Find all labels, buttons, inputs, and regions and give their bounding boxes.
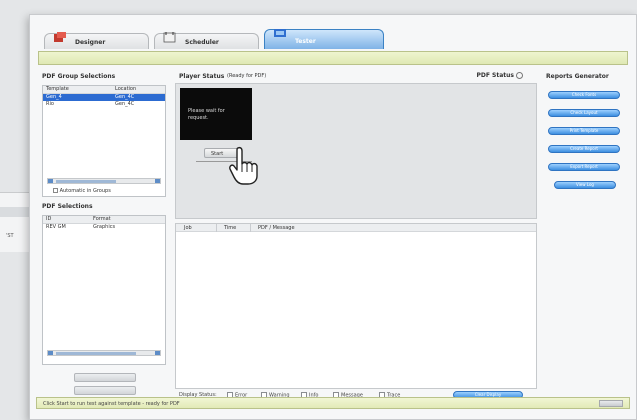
group-row-location: Gen_4C xyxy=(115,101,135,107)
status-bar-button[interactable] xyxy=(599,400,623,407)
group-header-location: Location xyxy=(115,86,137,92)
group-header-template: Template xyxy=(46,86,69,92)
pdf-status-label: PDF Status xyxy=(476,72,514,79)
player-panel: Player Status (Ready for PDF) PDF Status… xyxy=(175,69,537,399)
hand-cursor-icon xyxy=(229,146,258,185)
player-screen-text-2: request. xyxy=(188,115,209,121)
tab-tester-label: Tester xyxy=(295,38,316,45)
pdf-selections-list[interactable]: ID Format REV GM Graphics xyxy=(42,215,166,365)
scroll-right-icon[interactable] xyxy=(155,179,160,183)
pdf-status-indicator: PDF Status xyxy=(476,72,523,79)
log-table[interactable]: Job Time PDF / Message xyxy=(175,223,537,389)
scroll-thumb[interactable] xyxy=(56,180,116,183)
group-row-location: Gen_4C xyxy=(115,94,135,100)
background-window-text: 'ST xyxy=(6,233,14,239)
group-table-header: Template Location xyxy=(43,86,165,94)
selections-header-format: Format xyxy=(93,216,111,222)
selections-scrollbar[interactable] xyxy=(47,350,161,356)
scroll-right-icon[interactable] xyxy=(155,351,160,355)
left-action-button-1[interactable] xyxy=(74,373,136,382)
group-row-template: Rio xyxy=(46,101,54,107)
table-row[interactable]: Rio Gen_4C xyxy=(43,101,165,108)
selections-header-id: ID xyxy=(46,216,52,222)
column-divider xyxy=(216,224,217,232)
group-selections-list[interactable]: Template Location Gen_4 Gen_4C Rio Gen_4… xyxy=(42,85,166,197)
pdf-selections-title: PDF Selections xyxy=(42,203,93,210)
app-window: Designer Scheduler Tester PDF Group Sele… xyxy=(29,14,637,420)
group-selections-title: PDF Group Selections xyxy=(42,73,116,80)
scheduler-icon xyxy=(163,32,176,43)
selections-table-header: ID Format xyxy=(43,216,165,224)
scroll-left-icon[interactable] xyxy=(48,179,53,183)
tab-designer[interactable]: Designer xyxy=(44,32,149,49)
table-row[interactable]: Gen_4 Gen_4C xyxy=(43,94,165,101)
reports-title: Reports Generator xyxy=(546,73,609,80)
scroll-left-icon[interactable] xyxy=(48,351,53,355)
report-button-5[interactable]: Export Report xyxy=(548,163,620,171)
report-button-4[interactable]: Create Report xyxy=(548,145,620,153)
tab-designer-label: Designer xyxy=(75,39,106,46)
player-screen: Please wait for request. xyxy=(180,88,252,140)
toolbar-strip xyxy=(38,51,628,65)
left-action-button-2[interactable] xyxy=(74,386,136,395)
tester-icon xyxy=(274,29,286,37)
report-button-1[interactable]: Check Fonts xyxy=(548,91,620,99)
report-button-3[interactable]: Print Template xyxy=(548,127,620,135)
column-divider xyxy=(250,224,251,232)
status-text: Click Start to run test against template… xyxy=(43,401,180,407)
player-status-text: (Ready for PDF) xyxy=(227,73,267,79)
auto-groups-label: Automatic in Groups xyxy=(59,188,111,194)
report-button-2[interactable]: Check Layout xyxy=(548,109,620,117)
selections-row-format: Graphics xyxy=(93,224,116,230)
player-screen-text-1: Please wait for xyxy=(188,108,225,114)
player-area: Please wait for request. Start xyxy=(175,83,537,219)
tab-scheduler-label: Scheduler xyxy=(185,39,219,46)
globe-icon xyxy=(516,72,523,79)
background-window: 'ST xyxy=(0,192,30,252)
log-header-job: Job xyxy=(184,225,192,231)
checkbox-icon xyxy=(53,188,58,193)
left-panel: PDF Group Selections Template Location G… xyxy=(40,69,170,399)
reports-panel: Reports Generator Check Fonts Check Layo… xyxy=(542,69,628,399)
status-bar: Click Start to run test against template… xyxy=(36,397,630,409)
table-row[interactable]: REV GM Graphics xyxy=(43,224,165,231)
log-header-time: Time xyxy=(224,225,237,231)
tab-tester[interactable]: Tester xyxy=(264,29,384,49)
log-header-message: PDF / Message xyxy=(258,225,295,231)
group-row-template: Gen_4 xyxy=(46,94,62,100)
designer-icon xyxy=(54,32,66,42)
tab-scheduler[interactable]: Scheduler xyxy=(154,32,259,49)
player-status-title: Player Status xyxy=(179,73,225,80)
auto-groups-checkbox[interactable]: Automatic in Groups xyxy=(53,188,111,194)
background-window-bar xyxy=(0,207,30,217)
selections-row-id: REV GM xyxy=(46,224,66,230)
scroll-thumb[interactable] xyxy=(56,352,136,355)
group-list-scrollbar[interactable] xyxy=(47,178,161,184)
log-table-header: Job Time PDF / Message xyxy=(176,224,536,232)
tab-bar: Designer Scheduler Tester xyxy=(44,27,404,53)
report-button-6[interactable]: View Log xyxy=(554,181,616,189)
